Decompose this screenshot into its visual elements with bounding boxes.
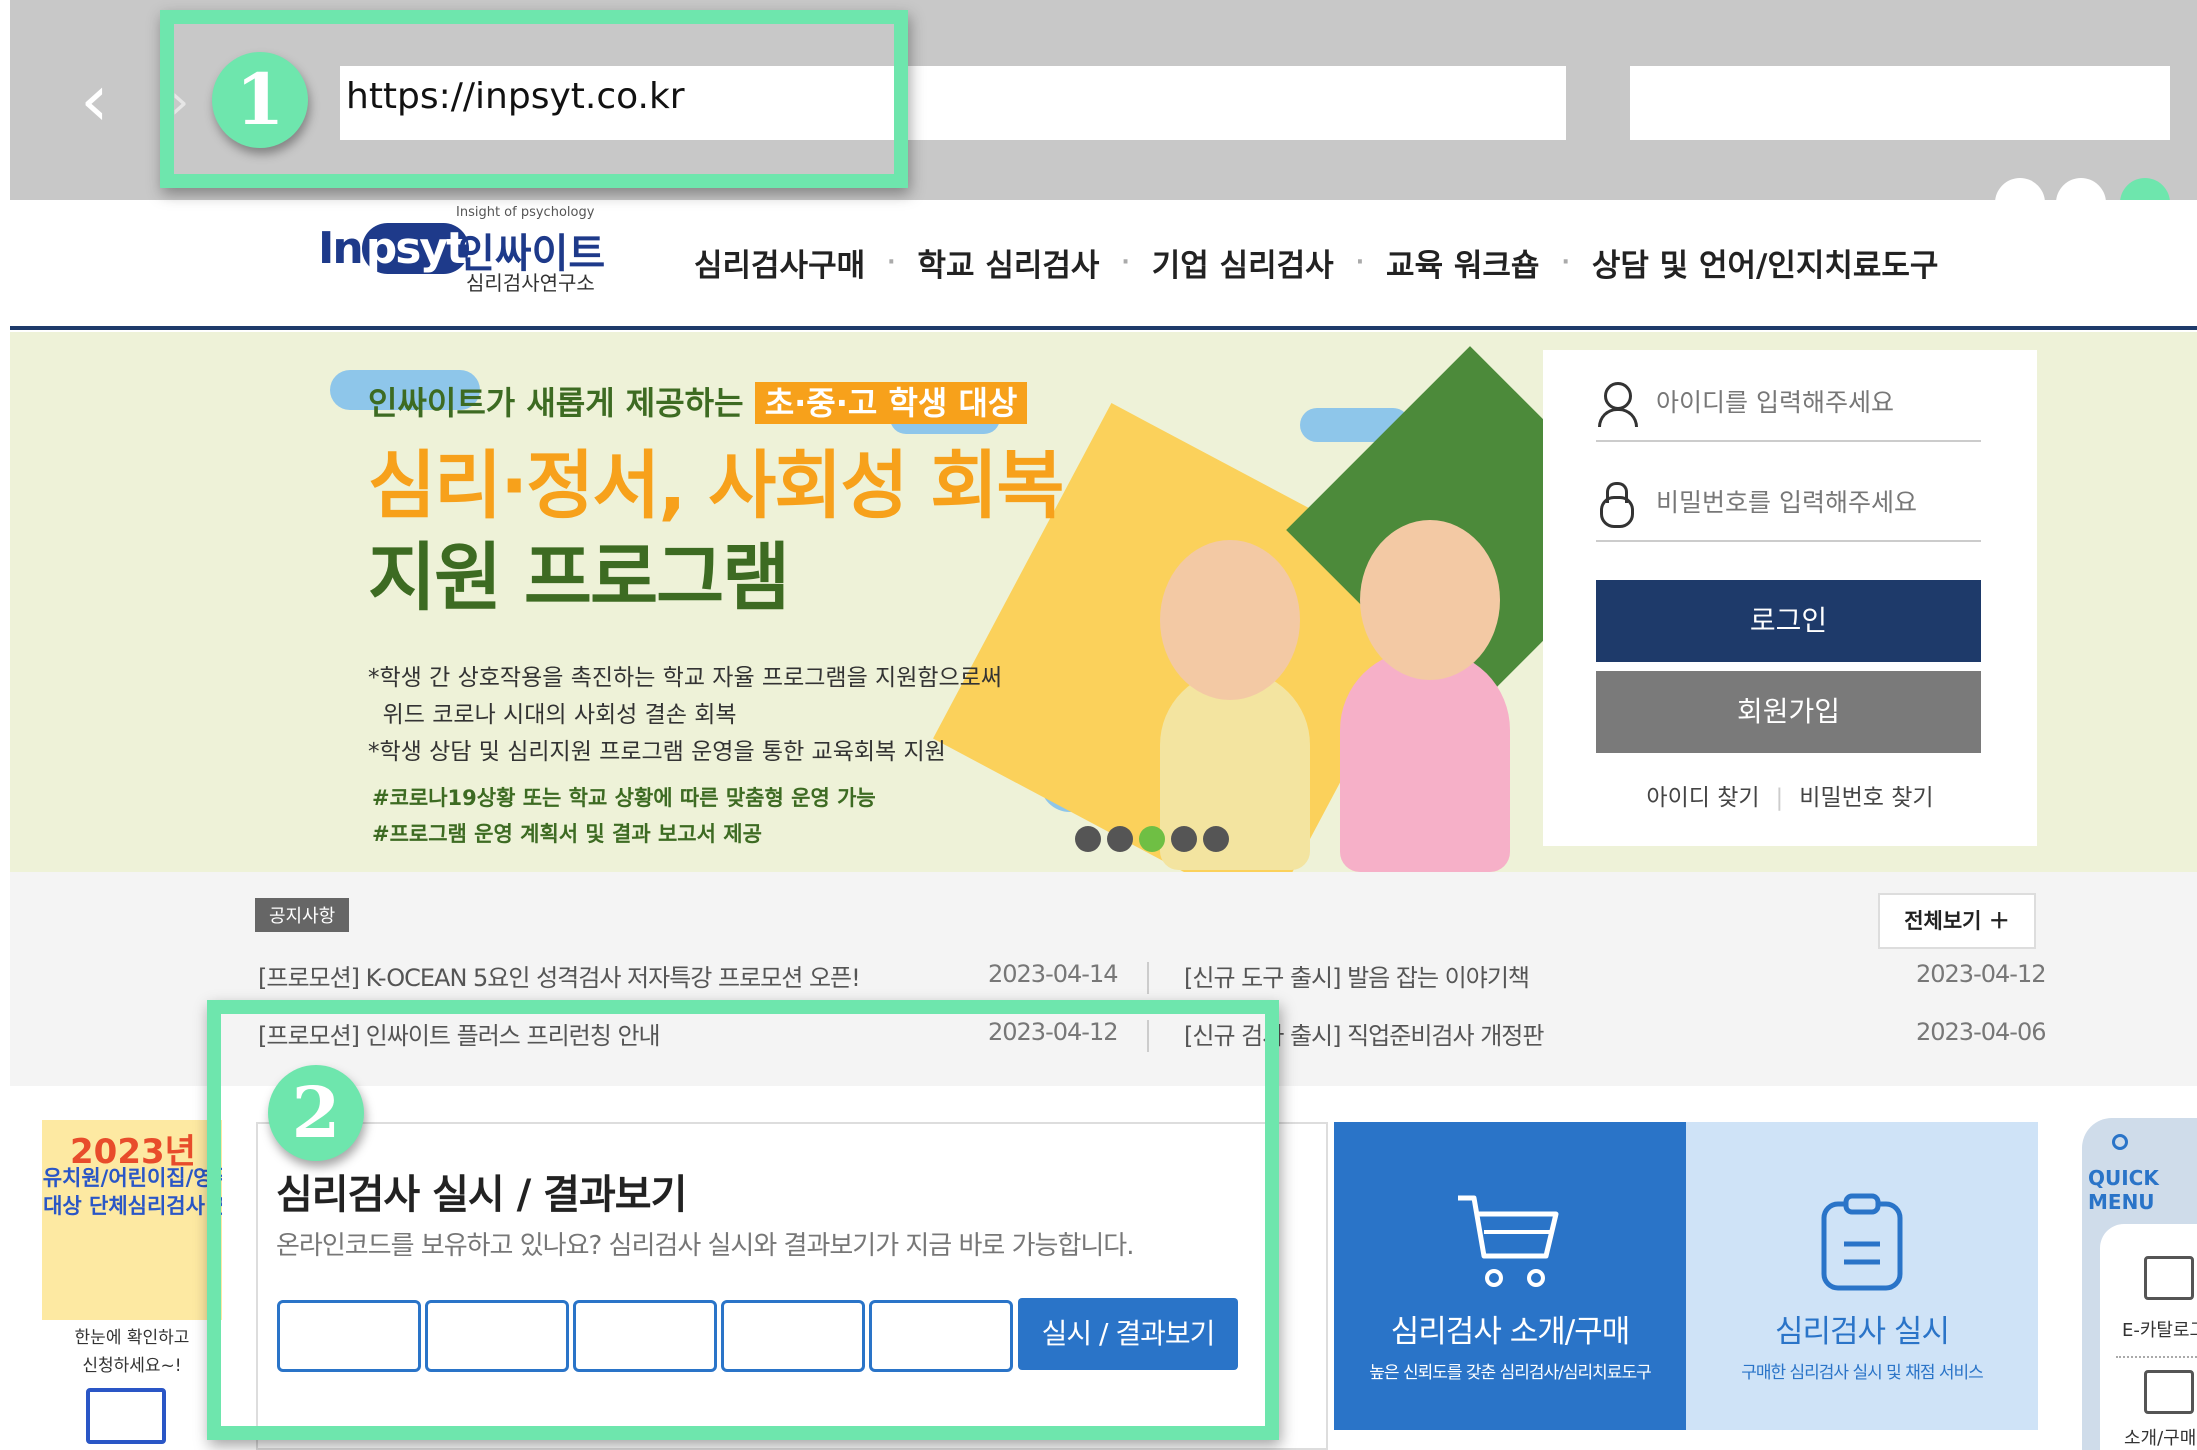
notice-label: 공지사항 bbox=[255, 898, 350, 932]
nav-separator: · bbox=[887, 250, 896, 275]
nav-item-corporate-test[interactable]: 기업 심리검사 bbox=[1152, 240, 1334, 285]
banner-title-line2: 지원 프로그램 bbox=[368, 535, 790, 621]
nav-item-purchase[interactable]: 심리검사구매 bbox=[694, 240, 865, 285]
clipboard-icon bbox=[1821, 1193, 1903, 1291]
administer-card-subtitle: 구매한 심리검사 실시 및 채점 서비스 bbox=[1741, 1363, 1984, 1383]
banner-highlight: 초·중·고 학생 대상 bbox=[754, 382, 1028, 424]
main-navigation: 심리검사구매 · 학교 심리검사 · 기업 심리검사 · 교육 워크숍 · 상담… bbox=[694, 240, 1938, 285]
notice-item[interactable]: [신규 도구 출시] 발음 잡는 이야기책 bbox=[1184, 958, 1530, 993]
find-password-link[interactable]: 비밀번호 찾기 bbox=[1799, 785, 1933, 811]
notice-date: 2023-04-14 bbox=[988, 960, 1118, 988]
test-administer-card[interactable]: 심리검사 실시 구매한 심리검사 실시 및 채점 서비스 bbox=[1686, 1122, 2038, 1430]
magnifier-icon bbox=[86, 1388, 166, 1444]
quick-item-purchase[interactable]: 소개/구매 bbox=[2124, 1424, 2196, 1450]
logo-subtitle: 심리검사연구소 bbox=[466, 271, 595, 295]
catalog-icon[interactable] bbox=[2144, 1256, 2194, 1300]
notice-item[interactable]: [프로모션] K-OCEAN 5요인 성격검사 저자특강 프로모션 오픈! bbox=[258, 958, 861, 993]
site-logo[interactable]: Inpsyt Insight of psychology 인싸이트 심리검사연구… bbox=[318, 205, 608, 300]
login-panel: 로그인 회원가입 아이디 찾기 | 비밀번호 찾기 bbox=[1543, 350, 2037, 846]
nav-separator: · bbox=[1121, 250, 1130, 275]
view-all-button[interactable]: 전체보기 ＋ bbox=[1878, 893, 2036, 949]
banner-intro: 인싸이트가 새롭게 제공하는 초·중·고 학생 대상 bbox=[368, 378, 1028, 424]
slide-dot-active[interactable] bbox=[1139, 826, 1165, 852]
annotation-marker-1: 1 bbox=[212, 52, 308, 148]
test-purchase-card[interactable]: 심리검사 소개/구매 높은 신뢰도를 갖춘 심리검사/심리치료도구 bbox=[1334, 1122, 1686, 1430]
slide-dot[interactable] bbox=[1203, 826, 1229, 852]
lock-icon bbox=[1596, 482, 1636, 528]
annotation-box-test-code bbox=[207, 1000, 1279, 1440]
notice-divider bbox=[1147, 962, 1149, 994]
login-button[interactable]: 로그인 bbox=[1596, 580, 1981, 662]
nav-item-workshop[interactable]: 교육 워크숍 bbox=[1386, 240, 1539, 285]
purchase-card-title: 심리검사 소개/구매 bbox=[1390, 1314, 1630, 1350]
cart-icon bbox=[1458, 1195, 1559, 1287]
nav-separator: · bbox=[1561, 250, 1570, 275]
annotation-marker-2: 2 bbox=[268, 1065, 364, 1161]
banner-title: 심리·정서, 사회성 회복 bbox=[368, 443, 1064, 529]
slide-dot[interactable] bbox=[1075, 826, 1101, 852]
promo-title: 유치원/어린이집/영유아 대상 단체심리검사 안내 bbox=[42, 1166, 222, 1218]
store-icon[interactable] bbox=[2144, 1370, 2194, 1414]
password-field-row bbox=[1596, 464, 1981, 542]
banner-hashtags: #코로나19상황 또는 학교 상황에 따른 맞춤형 운영 가능 #프로그램 운영… bbox=[372, 786, 876, 846]
quick-menu-label: QUICK MENU bbox=[2088, 1166, 2159, 1214]
password-input[interactable] bbox=[1656, 487, 1976, 517]
find-id-link[interactable]: 아이디 찾기 bbox=[1646, 785, 1759, 811]
user-icon bbox=[1596, 382, 1638, 427]
id-field-row bbox=[1596, 364, 1981, 442]
signup-button[interactable]: 회원가입 bbox=[1596, 671, 1981, 753]
notice-date: 2023-04-06 bbox=[1916, 1018, 2046, 1046]
slide-dot[interactable] bbox=[1171, 826, 1197, 852]
slide-indicator bbox=[1075, 826, 1229, 852]
logo-mark: Inpsyt bbox=[318, 223, 470, 274]
purchase-card-subtitle: 높은 신뢰도를 갖춘 심리검사/심리치료도구 bbox=[1369, 1363, 1651, 1383]
kindergarten-promo-banner[interactable]: 2023년 유치원/어린이집/영유아 대상 단체심리검사 안내 한눈에 확인하고… bbox=[42, 1120, 222, 1450]
login-links: 아이디 찾기 | 비밀번호 찾기 bbox=[1543, 778, 2037, 812]
nav-item-therapy-tools[interactable]: 상담 및 언어/인지치료도구 bbox=[1592, 240, 1939, 285]
quick-item-catalog[interactable]: E-카탈로그 bbox=[2122, 1316, 2197, 1342]
browser-search-bar[interactable] bbox=[1630, 66, 2170, 140]
promo-subtext: 한눈에 확인하고 신청하세요~! bbox=[74, 1328, 190, 1376]
quick-menu-divider bbox=[2116, 1356, 2197, 1358]
banner-bullets: *학생 간 상호작용을 촉진하는 학교 자율 프로그램을 지원함으로써 위드 코… bbox=[368, 665, 1002, 765]
slide-dot[interactable] bbox=[1107, 826, 1133, 852]
notice-date: 2023-04-12 bbox=[1916, 960, 2046, 988]
quick-menu-dot-icon bbox=[2112, 1134, 2128, 1150]
id-input[interactable] bbox=[1656, 387, 1976, 417]
banner-children-photo bbox=[1120, 500, 1540, 872]
nav-separator: · bbox=[1355, 250, 1365, 275]
administer-card-title: 심리검사 실시 bbox=[1775, 1314, 1950, 1350]
logo-tagline: Insight of psychology bbox=[456, 205, 595, 220]
link-divider: | bbox=[1775, 785, 1784, 811]
back-button[interactable]: ‹ bbox=[80, 62, 130, 138]
nav-item-school-test[interactable]: 학교 심리검사 bbox=[917, 240, 1099, 285]
